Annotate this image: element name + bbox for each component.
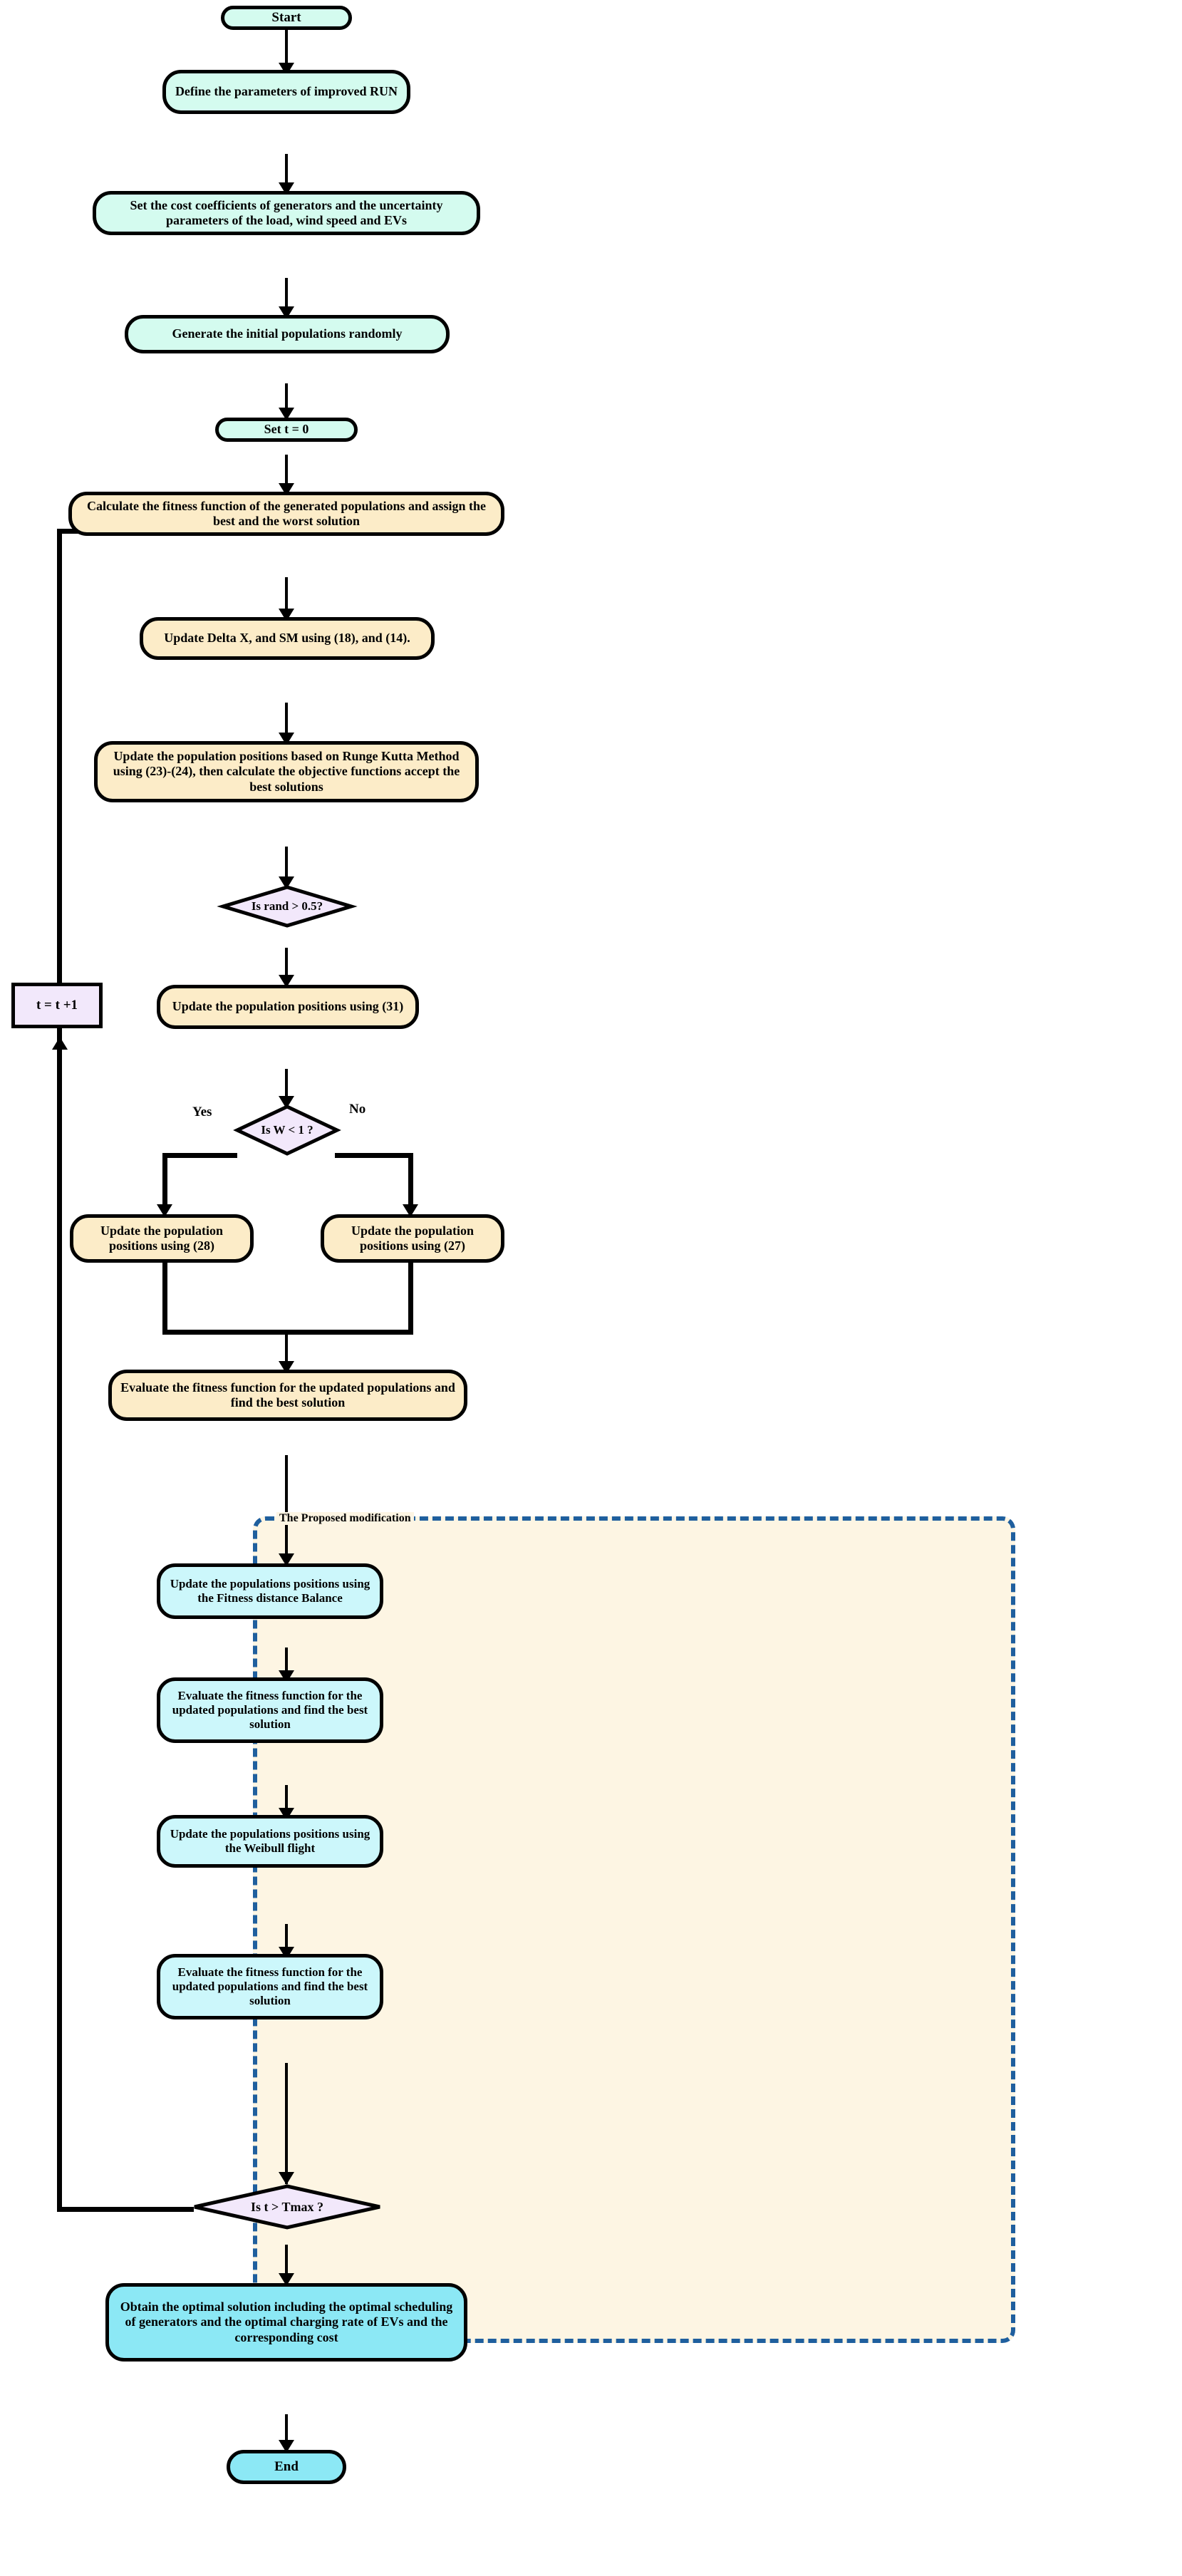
node-increment-t[interactable]: t = t +1 (11, 983, 103, 1028)
connector-update27-down (408, 1263, 413, 1334)
node-update-delta-sm[interactable]: Update Delta X, and SM using (18), and (… (140, 617, 435, 660)
node-decision-tmax[interactable]: Is t > Tmax ? (191, 2184, 383, 2230)
node-update-positions-28[interactable]: Update the population positions using (2… (70, 1214, 254, 1263)
connector-tincrement-riser (58, 1048, 61, 1233)
node-update-fdb[interactable]: Update the populations positions using t… (157, 1563, 383, 1619)
node-set-cost-coefficients[interactable]: Set the cost coefficients of generators … (93, 191, 480, 235)
node-update-runge-kutta[interactable]: Update the population positions based on… (94, 741, 479, 802)
edge-label-no: No (349, 1102, 366, 1117)
connector-evaluate-fdb (285, 1455, 288, 1563)
connector-w-no-vertical (408, 1153, 413, 1211)
node-start[interactable]: Start (221, 6, 352, 30)
node-evaluate-fitness-main-label: Evaluate the fitness function for the up… (120, 1380, 455, 1409)
node-set-t-zero-label: Set t = 0 (264, 422, 309, 437)
node-evaluate-fitness-main[interactable]: Evaluate the fitness function for the up… (108, 1370, 467, 1421)
node-set-t-zero[interactable]: Set t = 0 (215, 418, 358, 442)
node-decision-rand[interactable]: Is rand > 0.5? (217, 885, 358, 928)
node-define-parameters-label: Define the parameters of improved RUN (175, 84, 398, 99)
feedback-vertical-left (57, 529, 62, 2212)
node-update-weibull[interactable]: Update the populations positions using t… (157, 1815, 383, 1868)
connector-w-yes-vertical (162, 1153, 167, 1211)
node-update-positions-28-label: Update the population positions using (2… (100, 1223, 224, 1253)
group-label-proposed-modification: The Proposed modification (276, 1512, 414, 1525)
node-calculate-fitness[interactable]: Calculate the fitness function of the ge… (68, 492, 504, 536)
arrowhead-tincrement (52, 1037, 68, 1050)
node-update-positions-31-label: Update the population positions using (3… (172, 999, 404, 1014)
node-update-runge-kutta-label: Update the population positions based on… (113, 749, 460, 794)
node-increment-t-label: t = t +1 (36, 998, 78, 1013)
feedback-tmax-horizontal (57, 2207, 194, 2212)
node-end[interactable]: End (227, 2450, 346, 2484)
node-update-positions-27[interactable]: Update the population positions using (2… (321, 1214, 504, 1263)
node-decision-w[interactable]: Is W < 1 ? (233, 1105, 341, 1156)
connector-w-no-horizontal (335, 1153, 413, 1158)
node-update-positions-31[interactable]: Update the population positions using (3… (157, 985, 419, 1029)
connector-merge-horizontal (162, 1330, 413, 1335)
node-calculate-fitness-label: Calculate the fitness function of the ge… (86, 498, 487, 528)
flowchart-canvas: Start Define the parameters of improved … (0, 0, 1182, 2576)
connector-w-yes-horizontal (162, 1153, 237, 1158)
connector-update28-down (162, 1263, 167, 1334)
node-generate-populations[interactable]: Generate the initial populations randoml… (125, 315, 450, 353)
node-end-label: End (274, 2458, 299, 2474)
connector-evalweibull-tmax (285, 2063, 288, 2184)
node-evaluate-fitness-weibull[interactable]: Evaluate the fitness function for the up… (157, 1954, 383, 2019)
node-define-parameters[interactable]: Define the parameters of improved RUN (162, 70, 410, 114)
node-start-label: Start (271, 9, 301, 25)
node-evaluate-fitness-weibull-label: Evaluate the fitness function for the up… (172, 1965, 368, 2008)
node-update-delta-sm-label: Update Delta X, and SM using (18), and (… (164, 631, 410, 646)
arrowhead-tmax (279, 2172, 294, 2185)
node-obtain-optimal-label: Obtain the optimal solution including th… (120, 2300, 453, 2344)
node-evaluate-fitness-fdb-label: Evaluate the fitness function for the up… (172, 1688, 368, 1732)
node-update-fdb-label: Update the populations positions using t… (170, 1576, 370, 1605)
node-generate-populations-label: Generate the initial populations randoml… (172, 326, 403, 341)
node-evaluate-fitness-fdb[interactable]: Evaluate the fitness function for the up… (157, 1677, 383, 1743)
edge-label-yes: Yes (192, 1105, 212, 1119)
node-obtain-optimal[interactable]: Obtain the optimal solution including th… (105, 2283, 467, 2362)
node-update-positions-27-label: Update the population positions using (2… (351, 1223, 475, 1253)
node-set-cost-coefficients-label: Set the cost coefficients of generators … (130, 197, 443, 227)
node-update-weibull-label: Update the populations positions using t… (170, 1826, 370, 1855)
